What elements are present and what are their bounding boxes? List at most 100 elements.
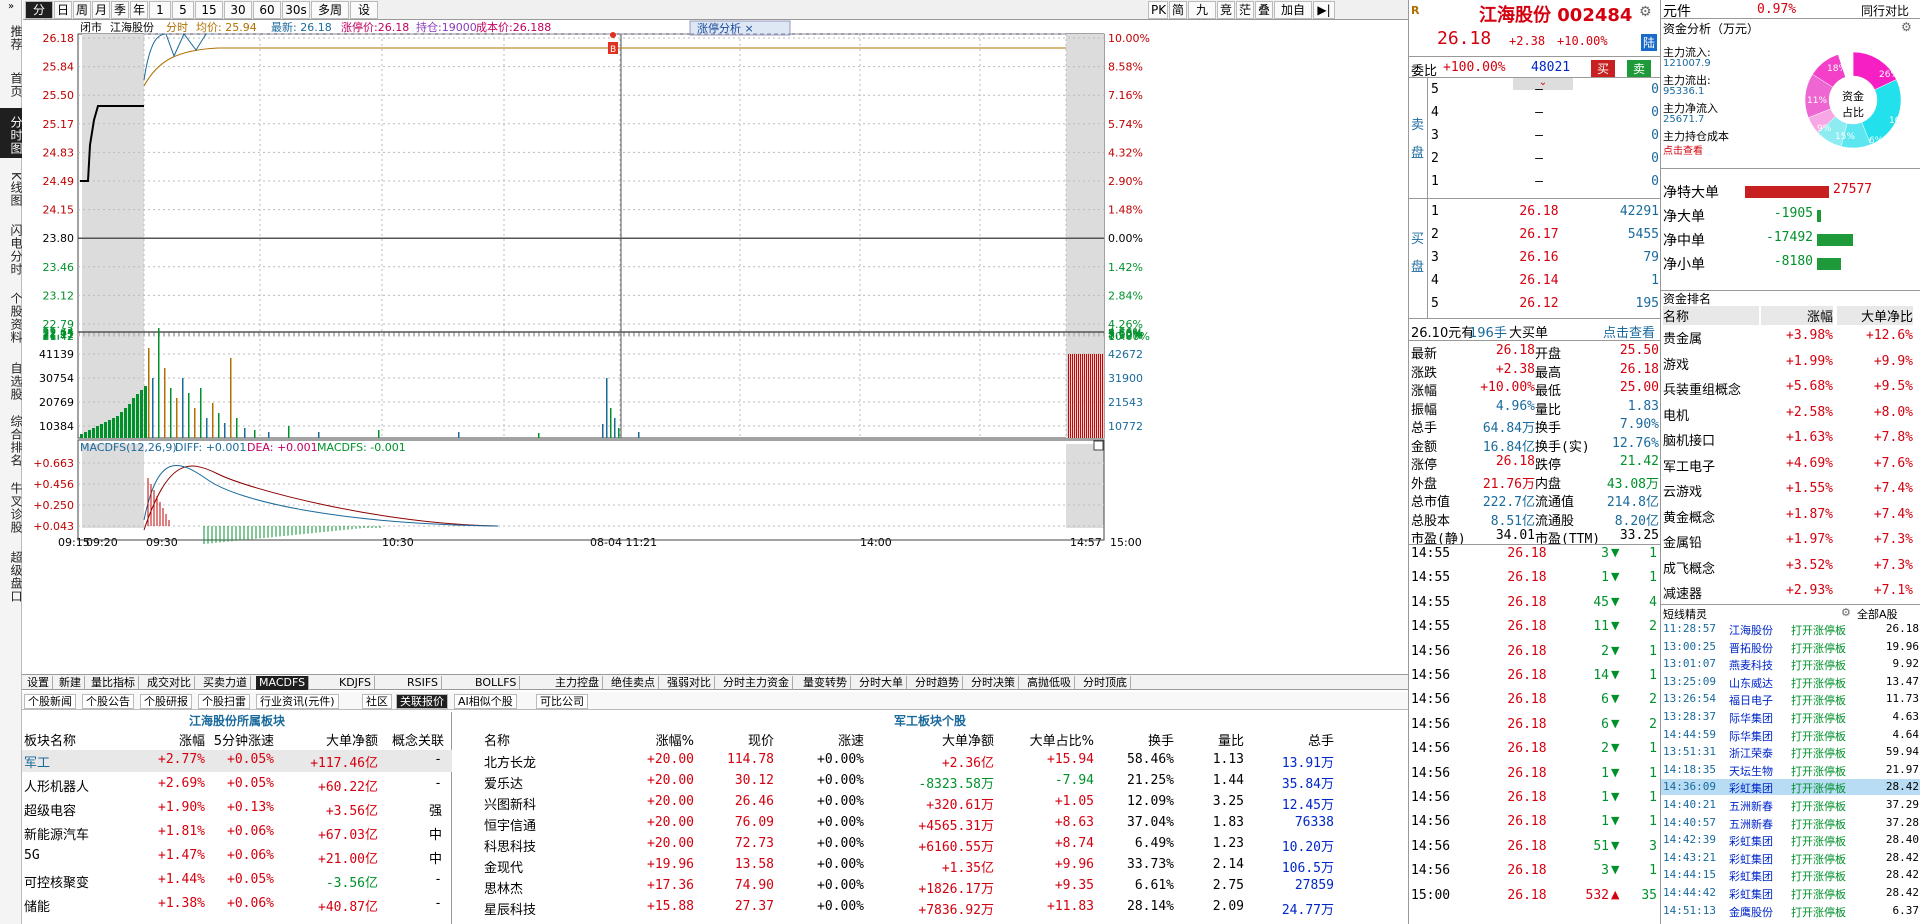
view-bigbuy-link[interactable]: 点击查看: [1603, 322, 1655, 341]
short-cell[interactable]: 燕麦科技: [1729, 657, 1789, 673]
sector-row[interactable]: 储能 +1.38% +0.06% +40.87亿 -: [22, 896, 452, 916]
stock-header-3[interactable]: 涨速: [794, 730, 864, 749]
nav-8[interactable]: 牛叉诊股: [0, 472, 23, 540]
indicator-tab-15[interactable]: 分时趋势: [912, 676, 963, 690]
period-tab-12[interactable]: 多周期: [311, 1, 349, 33]
info-tab-2[interactable]: 个股研报: [140, 694, 192, 709]
period-tab-1[interactable]: 日: [54, 1, 72, 19]
sector-row[interactable]: 军工 +2.77% +0.05% +117.46亿 -: [22, 752, 452, 772]
info-tab-3[interactable]: 个股扫雷: [198, 694, 250, 709]
stock-header-8[interactable]: 总手: [1254, 730, 1334, 749]
indicator-tab-3[interactable]: 成交对比: [144, 676, 195, 690]
rank-cell[interactable]: 云游戏: [1663, 481, 1759, 500]
short-cell[interactable]: 彩虹集团: [1729, 886, 1789, 902]
stock-row[interactable]: 科思科技 +20.00 72.73 +0.00% +6160.55万 +8.74 6.49%…: [454, 836, 1406, 856]
nav-6[interactable]: 自选股: [0, 352, 23, 406]
zt-analysis-tab[interactable]: 涨停分析 ×: [697, 21, 754, 35]
short-cell[interactable]: 山东威达: [1729, 675, 1789, 691]
indicator-tab-17[interactable]: 高抛低吸: [1024, 676, 1075, 690]
period-tab-6[interactable]: 1分: [149, 1, 171, 33]
rank-cell[interactable]: 成飞概念: [1663, 558, 1759, 577]
short-cell[interactable]: 际华集团: [1729, 710, 1789, 726]
indicator-tab-14[interactable]: 分时大单: [856, 676, 907, 690]
intraday-chart[interactable]: 闭市 江海股份 分时 均价: 25.94 最新: 26.18 涨停价:26.18 持仓:19…: [22, 20, 1408, 670]
period-tab-9[interactable]: 30分: [224, 1, 252, 33]
short-cell[interactable]: 彩虹集团: [1729, 780, 1789, 796]
indicator-tab-7[interactable]: RSIFS: [404, 676, 442, 690]
indicator-tab-5[interactable]: MACDFS: [256, 676, 310, 690]
rank-header-1[interactable]: 涨幅: [1761, 306, 1833, 325]
short-cell[interactable]: 金鹰股份: [1729, 904, 1789, 920]
tool-btn-4[interactable]: 茫: [1236, 1, 1254, 19]
indicator-tab-12[interactable]: 分时主力资金: [720, 676, 793, 690]
info-tab-5[interactable]: 社区: [362, 694, 392, 709]
sector-row[interactable]: 超级电容 +1.90% +0.13% +3.56亿 强: [22, 800, 452, 820]
nav-3[interactable]: K线图: [0, 160, 23, 214]
indicator-tab-10[interactable]: 绝佳卖点: [608, 676, 659, 690]
peer-compare[interactable]: 同行对比: [1861, 2, 1909, 19]
indicator-tab-6[interactable]: KDJFS: [336, 676, 376, 690]
stock-header-6[interactable]: 换手: [1094, 730, 1174, 749]
rank-cell[interactable]: 减速器: [1663, 583, 1759, 602]
period-tab-4[interactable]: 季: [111, 1, 129, 19]
period-tab-8[interactable]: 15分: [195, 1, 223, 33]
period-tab-3[interactable]: 月: [92, 1, 110, 19]
nav-0[interactable]: 推荐: [0, 14, 23, 58]
rank-cell[interactable]: 金属铅: [1663, 532, 1759, 551]
indicator-tab-16[interactable]: 分时决策: [968, 676, 1019, 690]
period-tab-7[interactable]: 5分: [172, 1, 194, 33]
rank-cell[interactable]: 电机: [1663, 405, 1759, 424]
sector-header-0[interactable]: 板块名称: [24, 730, 134, 749]
gear-icon[interactable]: ⚙: [1901, 20, 1912, 34]
short-cell[interactable]: 晋拓股份: [1729, 640, 1789, 656]
info-tab-4[interactable]: 行业资讯(元件): [256, 694, 339, 709]
period-tab-5[interactable]: 年: [130, 1, 148, 19]
sector-row[interactable]: 可控核聚变 +1.44% +0.05% -3.56亿 -: [22, 872, 452, 892]
rank-cell[interactable]: 军工电子: [1663, 456, 1759, 475]
scope-select[interactable]: 全部A股: [1857, 606, 1898, 622]
sell-button[interactable]: 卖: [1627, 60, 1652, 77]
period-tab-0[interactable]: 分时: [25, 1, 53, 33]
stock-row[interactable]: 爱乐达 +20.00 30.12 +0.00% -8323.58万 -7.94 21.25%…: [454, 773, 1406, 793]
info-tab-0[interactable]: 个股新闻: [24, 694, 76, 709]
tool-btn-5[interactable]: 叠: [1255, 1, 1273, 19]
short-cell[interactable]: 浙江荣泰: [1729, 745, 1789, 761]
short-cell[interactable]: 彩虹集团: [1729, 868, 1789, 884]
rank-cell[interactable]: 贵金属: [1663, 328, 1759, 347]
rank-cell[interactable]: 脑机接口: [1663, 430, 1759, 449]
indicator-tab-9[interactable]: 主力控盘: [552, 676, 603, 690]
indicator-tab-2[interactable]: 量比指标: [88, 676, 139, 690]
nav-9[interactable]: 超级盘口: [0, 542, 23, 608]
sector-header-2[interactable]: 5分钟涨速: [202, 730, 274, 749]
stock-row[interactable]: 北方长龙 +20.00 114.78 +0.00% +2.36亿 +15.94 58.46%…: [454, 752, 1406, 772]
period-tab-10[interactable]: 60分: [253, 1, 281, 33]
info-tab-7[interactable]: AI相似个股: [454, 694, 517, 709]
indicator-tab-4[interactable]: 买卖力道: [200, 676, 251, 690]
indicator-tab-13[interactable]: 量变转势: [800, 676, 851, 690]
gear-icon[interactable]: ⚙: [1639, 4, 1652, 20]
short-cell[interactable]: 五洲新春: [1729, 798, 1789, 814]
gear-icon[interactable]: ⚙: [1841, 606, 1851, 619]
stock-row[interactable]: 兴图新科 +20.00 26.46 +0.00% +320.61万 +1.05 12.09%…: [454, 794, 1406, 814]
tool-btn-2[interactable]: 九转: [1188, 1, 1216, 33]
period-tab-13[interactable]: 设置: [350, 1, 378, 33]
indicator-tab-8[interactable]: BOLLFS: [472, 676, 521, 690]
short-cell[interactable]: 五洲新春: [1729, 816, 1789, 832]
tool-btn-6[interactable]: 加自选: [1274, 1, 1312, 33]
stock-header-1[interactable]: 涨幅%: [604, 730, 694, 749]
stock-row[interactable]: 星辰科技 +15.88 27.37 +0.00% +7836.92万 +11.83 28.1…: [454, 899, 1406, 919]
sector-header-4[interactable]: 概念关联: [392, 730, 444, 749]
short-cell[interactable]: 彩虹集团: [1729, 833, 1789, 849]
nav-2[interactable]: 分时图: [0, 108, 23, 158]
short-cell[interactable]: 福日电子: [1729, 692, 1789, 708]
rank-header-0[interactable]: 名称: [1663, 306, 1759, 325]
indicator-tab-18[interactable]: 分时顶底: [1080, 676, 1131, 690]
period-tab-2[interactable]: 周: [73, 1, 91, 19]
tool-btn-1[interactable]: 简: [1169, 1, 1187, 19]
info-tab-8[interactable]: 可比公司: [536, 694, 588, 709]
rank-cell[interactable]: 游戏: [1663, 354, 1759, 373]
stock-header-5[interactable]: 大单占比%: [1004, 730, 1094, 749]
tool-btn-3[interactable]: 竞: [1217, 1, 1235, 19]
short-cell[interactable]: 际华集团: [1729, 728, 1789, 744]
play-icon[interactable]: ▶|: [1313, 1, 1335, 19]
